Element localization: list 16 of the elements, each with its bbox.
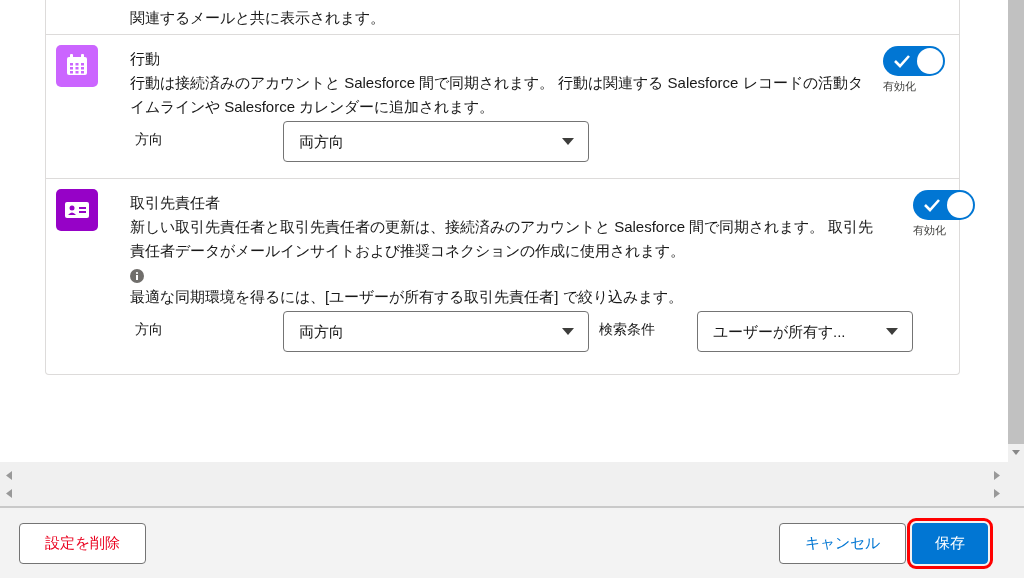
section-note: 最適な同期環境を得るには、[ユーザーが所有する取引先責任者] で絞り込みます。	[130, 287, 683, 307]
delete-button[interactable]: 設定を削除	[19, 522, 146, 564]
direction-select[interactable]: ユーザーが所有す...	[697, 311, 913, 352]
section-description: 関連するメールと共に表示されます。	[130, 8, 385, 28]
section-title: 行動	[130, 49, 160, 69]
field-label: 方向	[134, 130, 164, 149]
cancel-button[interactable]: キャンセル	[779, 522, 906, 564]
direction-select[interactable]: 両方向	[283, 121, 589, 162]
direction-select[interactable]: 両方向	[283, 311, 589, 352]
section-description: 新しい取引先責任者と取引先責任者の更新は、接続済みのアカウントと Salesforce 間で同期されます。 取引先責任者データがメールインサイトおよび推奨コネクションの作成に使用されます。	[130, 217, 875, 261]
section-title: 取引先責任者	[130, 193, 220, 213]
section-description: 行動は接続済みのアカウントと Salesforce 間で同期されます。 行動は関連する Salesforce レコードの活動タイムラインや Salesforce カレンダーに追加されます。	[130, 73, 864, 117]
field-label: 方向	[134, 320, 164, 339]
field-label: 検索条件	[598, 320, 656, 339]
toggle-label: 有効化	[913, 223, 946, 238]
toggle-label: 有効化	[883, 79, 916, 94]
